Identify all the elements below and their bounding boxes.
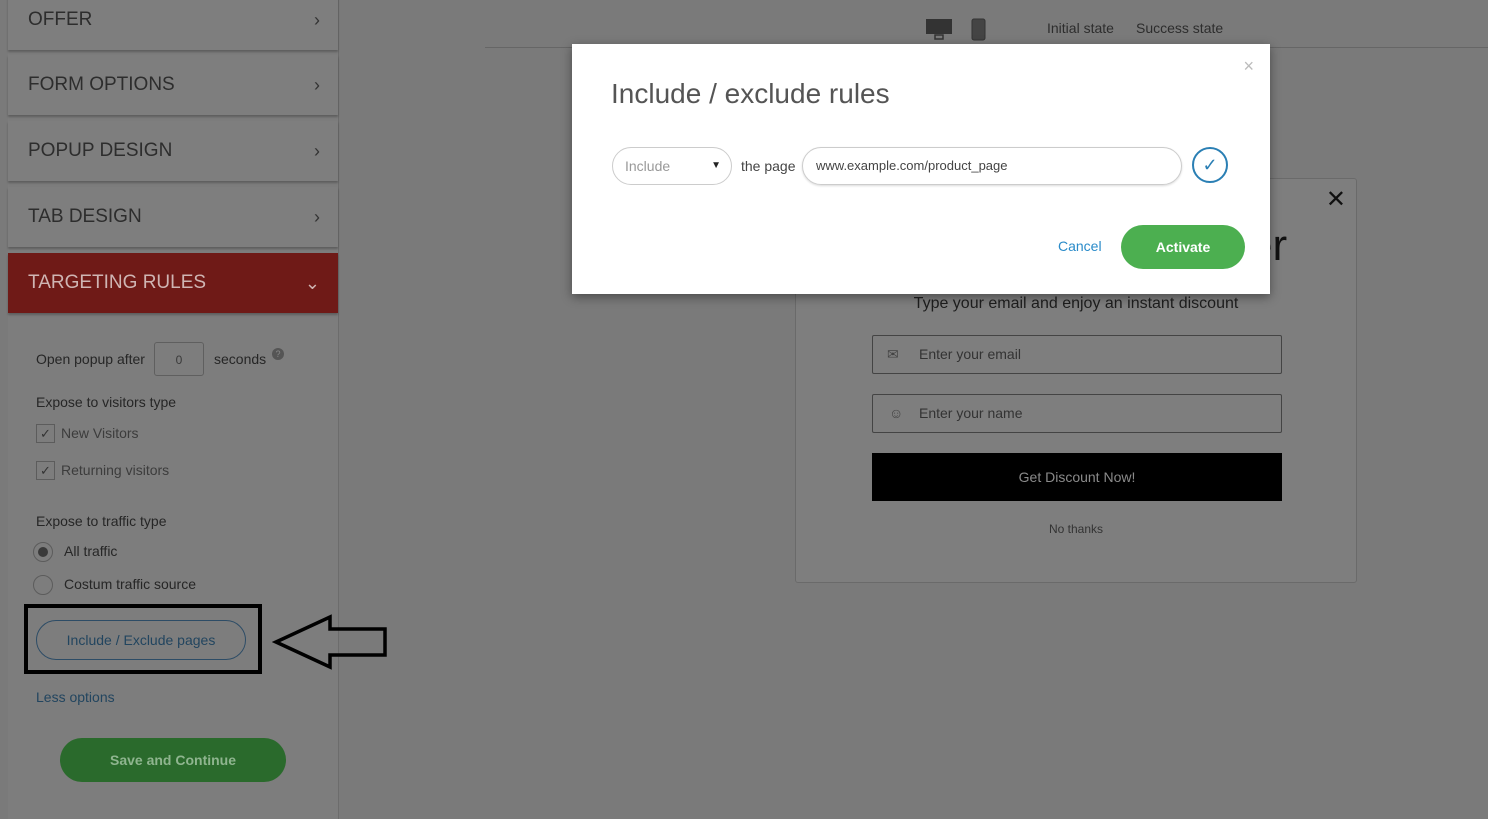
- all-traffic-radio[interactable]: [33, 542, 53, 562]
- chevron-right-icon: ›: [314, 140, 320, 161]
- include-exclude-pages-button[interactable]: Include / Exclude pages: [36, 620, 246, 660]
- visitors-type-title: Expose to visitors type: [36, 394, 177, 410]
- modal-title: Include / exclude rules: [611, 78, 890, 109]
- confirm-check-icon[interactable]: ✓: [1192, 147, 1228, 183]
- name-field[interactable]: ☺ Enter your name: [872, 394, 1282, 433]
- open-after-label: Open popup after: [36, 351, 145, 367]
- email-placeholder: Enter your email: [919, 346, 1021, 362]
- returning-visitors-checkbox[interactable]: ✓: [36, 461, 55, 480]
- chevron-down-icon: ⌄: [304, 272, 320, 293]
- section-label: FORM OPTIONS: [28, 74, 175, 95]
- envelope-icon: ✉: [887, 346, 899, 362]
- get-discount-button[interactable]: Get Discount Now!: [872, 453, 1282, 501]
- section-tab-design[interactable]: TAB DESIGN ›: [8, 187, 338, 247]
- caret-down-icon: ▼: [711, 160, 721, 171]
- section-form-options[interactable]: FORM OPTIONS ›: [8, 55, 338, 115]
- section-label: OFFER: [28, 9, 93, 30]
- custom-traffic-label: Costum traffic source: [64, 576, 197, 592]
- preview-subtitle: Type your email and enjoy an instant dis…: [913, 295, 1239, 312]
- section-targeting-rules[interactable]: TARGETING RULES ⌄: [8, 253, 338, 313]
- traffic-type-title: Expose to traffic type: [36, 513, 167, 529]
- include-exclude-modal: × Include / exclude rules Include ▼ the p…: [572, 44, 1270, 294]
- mobile-icon[interactable]: [971, 18, 987, 42]
- question-circle-icon[interactable]: ?: [272, 348, 284, 360]
- new-visitors-checkbox[interactable]: ✓: [36, 424, 55, 443]
- returning-visitors-label: Returning visitors: [61, 462, 170, 478]
- section-label: TAB DESIGN: [28, 206, 142, 227]
- success-state-tab[interactable]: Success state: [1136, 20, 1223, 36]
- modal-close-icon[interactable]: ×: [1243, 56, 1254, 77]
- section-popup-design[interactable]: POPUP DESIGN ›: [8, 121, 338, 181]
- save-and-continue-button[interactable]: Save and Continue: [60, 738, 286, 782]
- custom-traffic-radio[interactable]: [33, 575, 53, 595]
- no-thanks-link[interactable]: No thanks: [796, 522, 1356, 536]
- desktop-icon[interactable]: [926, 18, 953, 42]
- section-label: POPUP DESIGN: [28, 140, 173, 161]
- chevron-right-icon: ›: [314, 206, 320, 227]
- page-url-input[interactable]: www.example.com/product_page: [802, 147, 1182, 185]
- new-visitors-label: New Visitors: [61, 425, 139, 441]
- all-traffic-label: All traffic: [64, 543, 118, 559]
- chevron-right-icon: ›: [314, 74, 320, 95]
- the-page-label: the page: [741, 158, 796, 174]
- section-label: TARGETING RULES: [28, 272, 207, 293]
- arrow-left-icon: [272, 614, 387, 670]
- initial-state-tab[interactable]: Initial state: [1047, 20, 1114, 36]
- seconds-label: seconds: [214, 351, 267, 367]
- delay-seconds-input[interactable]: 0: [154, 342, 204, 376]
- chevron-right-icon: ›: [314, 9, 320, 30]
- less-options-link[interactable]: Less options: [36, 689, 115, 705]
- section-offer[interactable]: OFFER ›: [8, 0, 338, 50]
- name-placeholder: Enter your name: [919, 405, 1023, 421]
- user-icon: ☺: [889, 405, 904, 421]
- select-value: Include: [625, 158, 671, 174]
- include-mode-select[interactable]: Include ▼: [612, 147, 732, 185]
- close-icon[interactable]: ✕: [1326, 185, 1346, 214]
- cancel-button[interactable]: Cancel: [1058, 238, 1102, 254]
- email-field[interactable]: ✉ Enter your email: [872, 335, 1282, 374]
- activate-button[interactable]: Activate: [1121, 225, 1245, 269]
